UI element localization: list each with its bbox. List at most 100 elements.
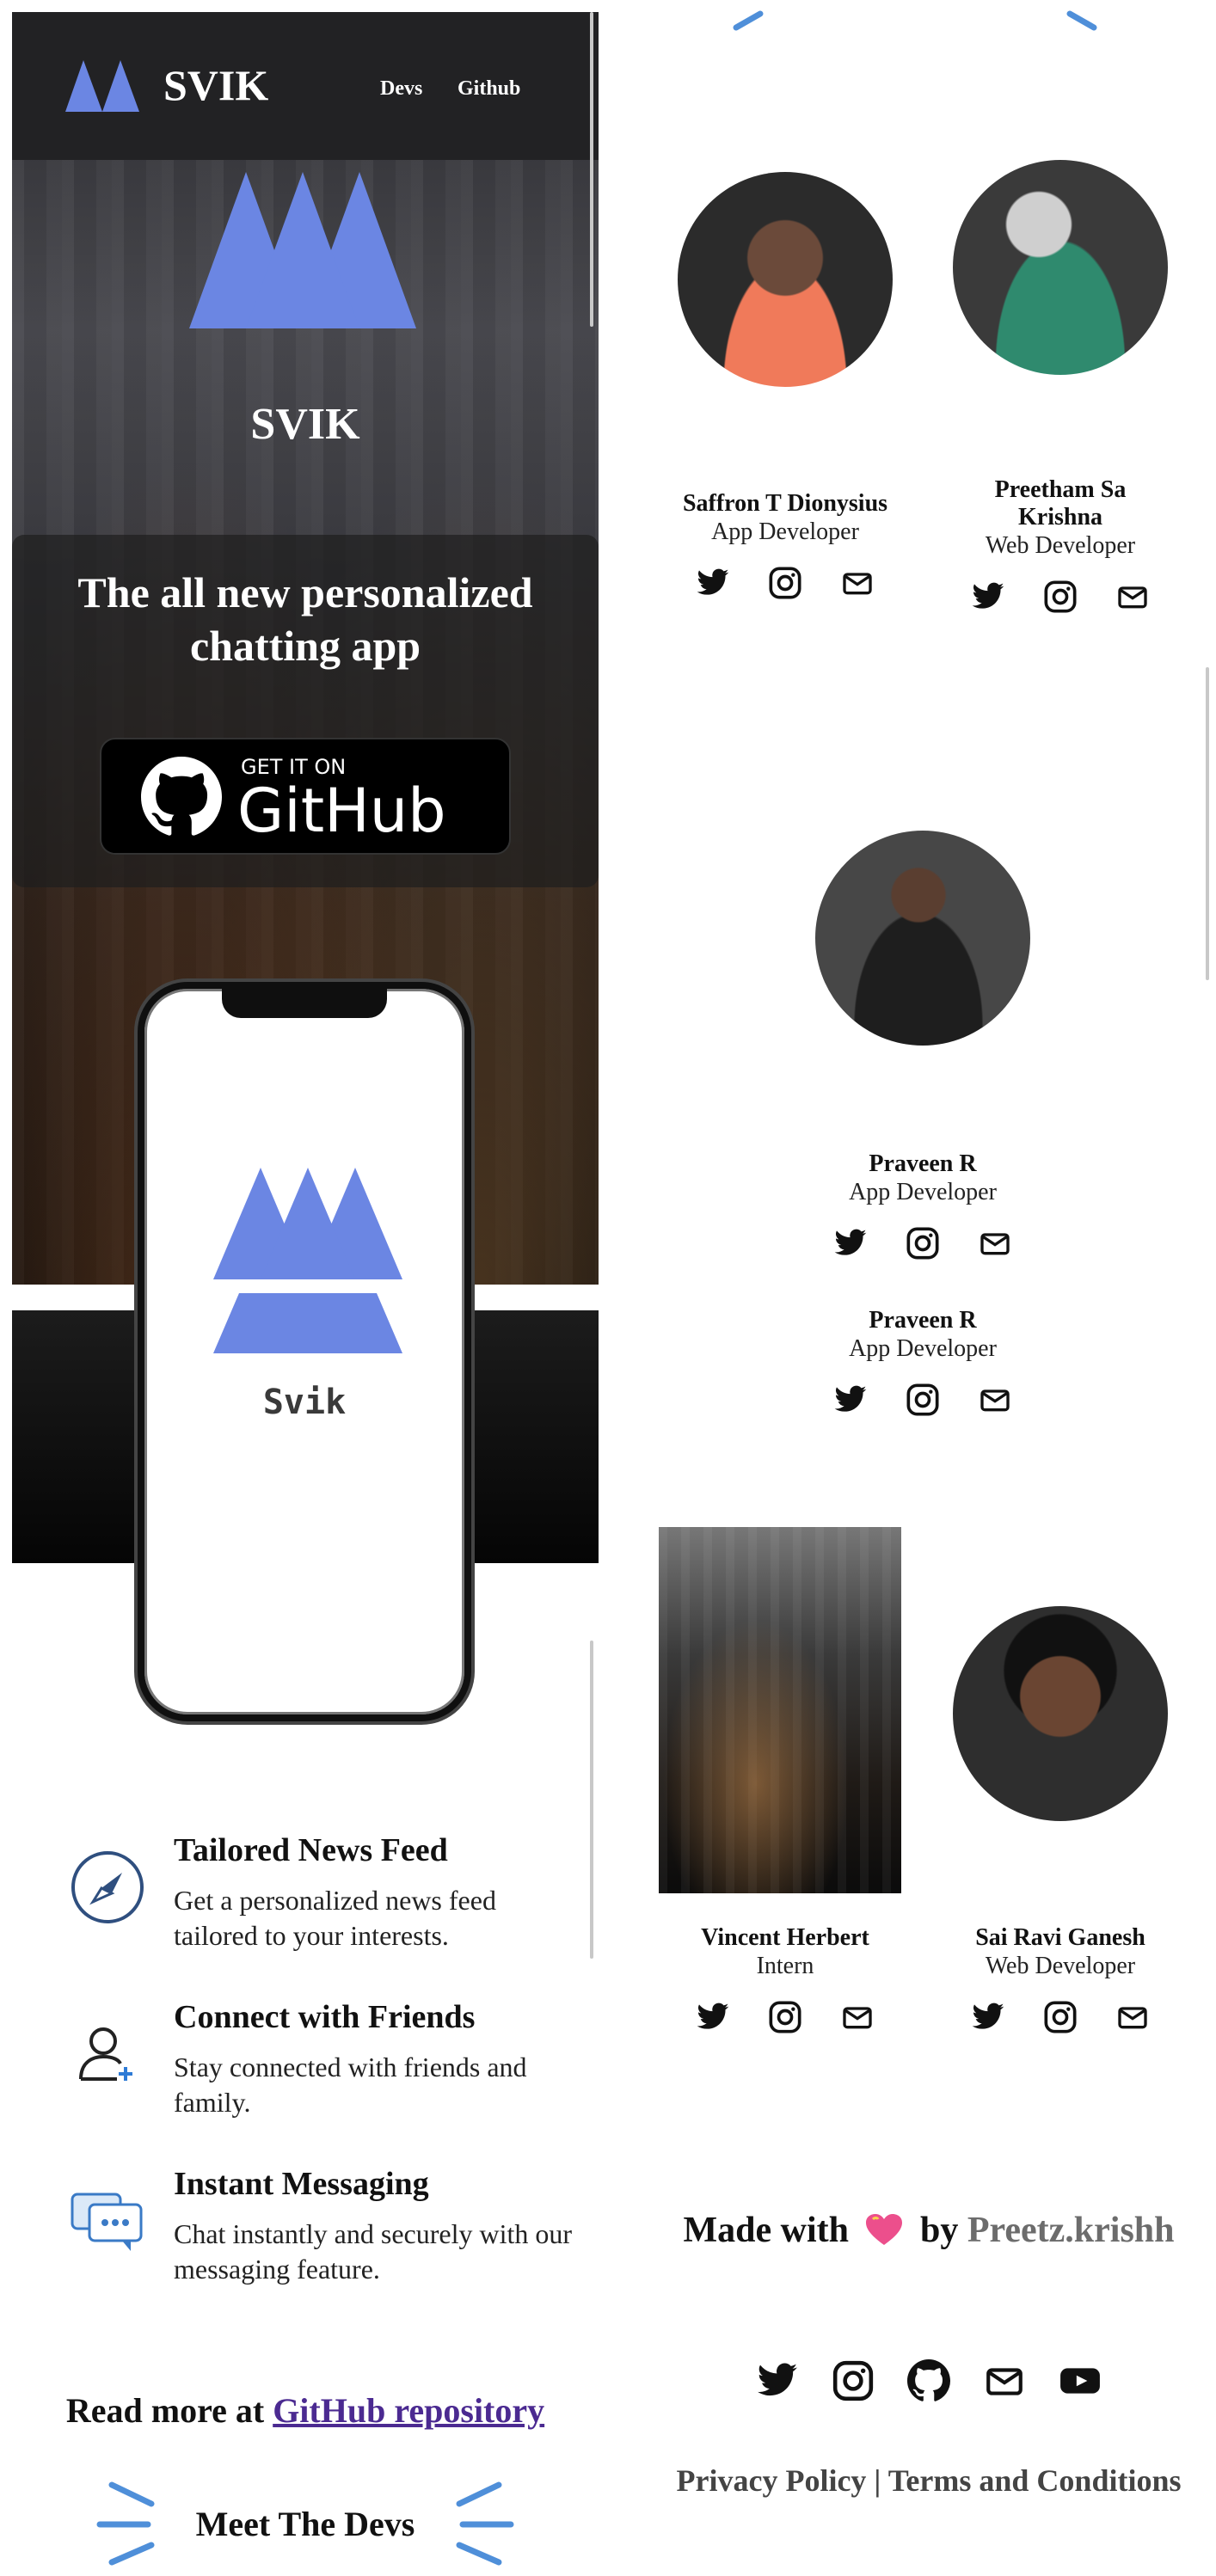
phone-mockup: Svik — [138, 982, 471, 1721]
dev-card-preetham: Preetham Sa Krishna Web Developer — [931, 476, 1189, 614]
navbar: SVIK Devs Github — [12, 12, 599, 160]
nav-brand[interactable]: SVIK — [163, 60, 268, 110]
legal-separator: | — [874, 2463, 881, 2498]
twitter-icon[interactable] — [756, 2359, 799, 2402]
feature-title: Instant Messaging — [174, 2166, 429, 2202]
compass-icon — [71, 1851, 144, 1923]
cta-box: The all new personalized chatting app GE… — [12, 535, 599, 887]
dev-card-saffron: Saffron T Dionysius App Developer — [656, 490, 914, 600]
feature-instant-messaging: Instant Messaging Chat instantly and sec… — [69, 2165, 585, 2303]
feature-title: Tailored News Feed — [174, 1832, 448, 1868]
nav-link-devs[interactable]: Devs — [380, 77, 422, 101]
heart-icon — [866, 2214, 903, 2245]
author-name[interactable]: Preetz.krishh — [967, 2211, 1175, 2250]
mail-icon[interactable] — [840, 2000, 875, 2034]
scrollbar-mid[interactable] — [590, 1641, 593, 1959]
mail-icon[interactable] — [1115, 2000, 1150, 2034]
phone-app-name: Svik — [262, 1383, 347, 1422]
dev-socials — [794, 1383, 1052, 1417]
read-more: Read more at GitHub repository — [12, 2390, 599, 2431]
dev-card-sai: Sai Ravi Ganesh Web Developer — [931, 1924, 1189, 2034]
made-by-text: by — [919, 2211, 959, 2250]
get-it-on-github-button[interactable]: GET IT ON GitHub — [100, 738, 511, 855]
avatar-sai — [953, 1606, 1168, 1821]
avatar-praveen — [815, 831, 1030, 1046]
mail-icon[interactable] — [978, 1226, 1012, 1260]
feature-desc: Stay connected with friends and family. — [174, 2052, 527, 2118]
avatar-preetham — [953, 160, 1168, 375]
feature-desc: Get a personalized news feed tailored to… — [174, 1885, 496, 1951]
dev-card-vincent: Vincent Herbert Intern — [656, 1924, 914, 2034]
dev-role: App Developer — [849, 1179, 997, 1205]
left-panel: SVIK Devs Github SVIK The all new person… — [12, 12, 599, 2576]
decor-ray-icon — [1066, 10, 1097, 31]
dev-name: Praveen R — [869, 1307, 977, 1334]
instagram-icon[interactable] — [1043, 2000, 1078, 2034]
instagram-icon[interactable] — [768, 566, 802, 600]
dev-socials — [794, 1226, 1052, 1260]
chat-icon — [71, 2193, 143, 2251]
dev-role: App Developer — [711, 518, 859, 545]
mail-icon[interactable] — [840, 566, 875, 600]
twitter-icon[interactable] — [833, 1226, 868, 1260]
instagram-icon[interactable] — [906, 1383, 940, 1417]
twitter-icon[interactable] — [971, 2000, 1005, 2034]
mail-icon[interactable] — [1115, 580, 1150, 614]
scrollbar-right[interactable] — [1206, 667, 1209, 980]
instagram-icon[interactable] — [768, 2000, 802, 2034]
photo-vincent — [659, 1527, 901, 1893]
mail-icon[interactable] — [978, 1383, 1012, 1417]
dev-name: Vincent Herbert — [701, 1924, 869, 1951]
nav-link-github[interactable]: Github — [458, 77, 520, 101]
dev-name: Preetham Sa Krishna — [994, 476, 1127, 531]
dev-name: Sai Ravi Ganesh — [975, 1924, 1145, 1951]
dev-card-praveen: Praveen R App Developer — [794, 1150, 1052, 1260]
youtube-icon[interactable] — [1059, 2359, 1102, 2402]
feature-title: Connect with Friends — [174, 1999, 476, 2035]
made-with-line: Made with by Preetz.krishh — [642, 2210, 1216, 2251]
phone-notch — [222, 987, 387, 1018]
dev-role: Web Developer — [985, 1953, 1136, 1979]
twitter-icon[interactable] — [971, 580, 1005, 614]
svik-hero-logo-icon — [189, 172, 416, 328]
dev-role: Intern — [756, 1953, 814, 1979]
made-with-text: Made with — [683, 2211, 849, 2250]
github-repository-link[interactable]: GitHub repository — [273, 2391, 544, 2430]
github-icon — [141, 757, 222, 836]
twitter-icon[interactable] — [696, 566, 730, 600]
dev-socials — [931, 580, 1189, 614]
dev-card-praveen-duplicate: Praveen R App Developer — [794, 1307, 1052, 1417]
dev-name: Saffron T Dionysius — [682, 490, 888, 517]
avatar-saffron — [678, 172, 893, 387]
legal-links: Privacy Policy | Terms and Conditions — [642, 2463, 1216, 2499]
dev-name: Praveen R — [869, 1150, 977, 1177]
twitter-icon[interactable] — [696, 2000, 730, 2034]
dev-socials — [931, 2000, 1189, 2034]
instagram-icon[interactable] — [906, 1226, 940, 1260]
dev-socials — [656, 2000, 914, 2034]
mail-icon[interactable] — [983, 2359, 1026, 2402]
twitter-icon[interactable] — [833, 1383, 868, 1417]
add-user-icon — [79, 2027, 132, 2081]
hero-title: SVIK — [250, 400, 360, 449]
instagram-icon[interactable] — [832, 2359, 875, 2402]
right-panel: Saffron T Dionysius App Developer Preeth… — [642, 0, 1216, 2576]
svik-app-logo-icon — [213, 1168, 402, 1353]
feature-news-feed: Tailored News Feed Get a personalized ne… — [69, 1831, 585, 1969]
dev-socials — [656, 566, 914, 600]
terms-link[interactable]: Terms and Conditions — [888, 2463, 1182, 2498]
svik-logo-icon[interactable] — [65, 60, 139, 112]
feature-desc: Chat instantly and securely with our mes… — [174, 2218, 573, 2285]
feature-connect-friends: Connect with Friends Stay connected with… — [69, 1998, 585, 2136]
read-more-prefix: Read more at — [65, 2391, 273, 2430]
decor-ray-icon — [733, 10, 764, 31]
hero-tagline: The all new personalized chatting app — [77, 568, 533, 670]
footer-socials — [642, 2359, 1216, 2402]
privacy-policy-link[interactable]: Privacy Policy — [677, 2463, 867, 2498]
github-button-big-text: GitHub — [237, 776, 446, 846]
github-icon[interactable] — [907, 2359, 950, 2402]
dev-role: Web Developer — [985, 532, 1136, 559]
dev-role: App Developer — [849, 1335, 997, 1362]
instagram-icon[interactable] — [1043, 580, 1078, 614]
scrollbar-top[interactable] — [590, 12, 593, 327]
